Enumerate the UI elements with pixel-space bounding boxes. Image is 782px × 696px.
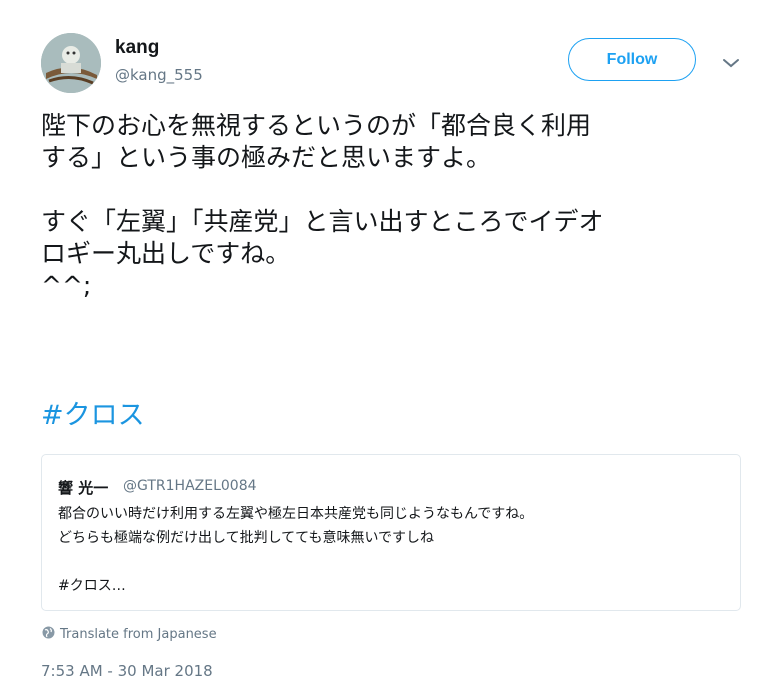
follow-button[interactable]: Follow xyxy=(568,38,696,81)
avatar-image xyxy=(41,33,101,93)
quoted-text-line: #クロス… xyxy=(58,578,126,594)
quoted-handle: @GTR1HAZEL0084 xyxy=(123,478,257,494)
hashtag-link[interactable]: #クロス xyxy=(41,393,145,432)
quoted-text-line: どちらも極端な例だけ出して批判してても意味無いですしね xyxy=(58,530,435,546)
quoted-text-line: 都合のいい時だけ利用する左翼や極左日本共産党も同じようなもんですね。 xyxy=(58,506,534,522)
avatar[interactable] xyxy=(41,33,101,93)
translate-label: Translate from Japanese xyxy=(60,627,217,642)
author-display-name[interactable]: kang xyxy=(115,37,159,59)
author-handle[interactable]: @kang_555 xyxy=(115,66,203,84)
caret-down-icon[interactable] xyxy=(722,54,740,68)
tweet-timestamp[interactable]: 7:53 AM - 30 Mar 2018 xyxy=(41,662,213,680)
globe-icon xyxy=(42,626,55,643)
quoted-display-name: 響 光一 xyxy=(58,479,109,497)
translate-link[interactable]: Translate from Japanese xyxy=(42,626,217,643)
tweet-text: 陛下のお心を無視するというのが「都合良く利用 する」という事の極みだと思いますよ… xyxy=(41,111,604,300)
quoted-tweet-card[interactable]: 響 光一 @GTR1HAZEL0084 都合のいい時だけ利用する左翼や極左日本共… xyxy=(41,454,741,611)
